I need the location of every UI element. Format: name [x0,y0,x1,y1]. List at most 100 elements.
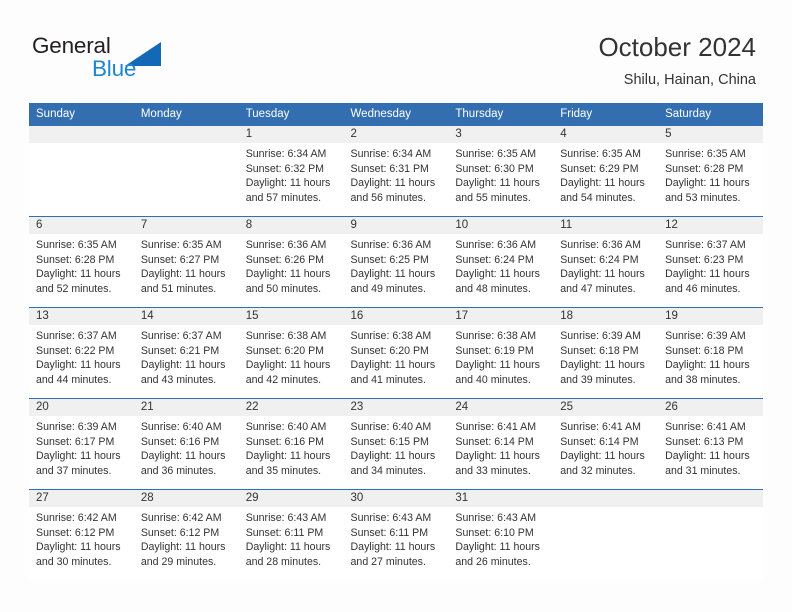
day-number: 23 [343,399,449,416]
day-number: 31 [448,490,554,507]
daylight-text-line2: and 26 minutes. [455,555,531,568]
daylight-text-line1: Daylight: 11 hours [560,450,645,463]
calendar-day-cell[interactable]: 25 Sunrise: 6:41 AM Sunset: 6:14 PM Dayligh… [553,398,659,490]
calendar-day-cell[interactable]: 23 Sunrise: 6:40 AM Sunset: 6:15 PM Dayligh… [343,398,449,490]
day-number: 24 [448,399,554,416]
sunset-text: Sunset: 6:14 PM [560,435,639,448]
calendar-day-cell[interactable]: 7 Sunrise: 6:35 AM Sunset: 6:27 PM Daylight… [133,216,239,308]
calendar-day-cell[interactable]: 17 Sunrise: 6:38 AM Sunset: 6:19 PM Dayligh… [448,307,554,399]
calendar-day-cell-empty [658,489,763,580]
daylight-text-line1: Daylight: 11 hours [560,268,645,281]
day-number: 26 [658,399,763,416]
sunrise-text: Sunrise: 6:34 AM [245,148,327,160]
daylight-text-line1: Daylight: 11 hours [455,268,540,281]
daylight-text-line2: and 31 minutes. [665,464,741,477]
day-number: 7 [133,217,239,234]
sunset-text: Sunset: 6:11 PM [245,526,324,539]
calendar-body: 1 Sunrise: 6:34 AM Sunset: 6:32 PM Daylight… [29,126,763,580]
day-details: Sunrise: 6:42 AM Sunset: 6:12 PM Daylight:… [29,507,134,569]
day-details: Sunrise: 6:35 AM Sunset: 6:28 PM Daylight:… [658,143,763,205]
sunset-text: Sunset: 6:30 PM [455,162,534,175]
calendar-day-cell[interactable]: 29 Sunrise: 6:43 AM Sunset: 6:11 PM Dayligh… [238,489,344,580]
day-details: Sunrise: 6:43 AM Sunset: 6:11 PM Daylight:… [344,507,449,569]
sunset-text: Sunset: 6:24 PM [455,253,534,266]
day-number: 16 [343,308,449,325]
day-details: Sunrise: 6:40 AM Sunset: 6:15 PM Daylight:… [344,416,449,478]
daylight-text-line2: and 34 minutes. [350,464,426,477]
daylight-text-line2: and 38 minutes. [665,373,741,386]
daylight-text-line2: and 53 minutes. [665,191,741,204]
calendar-day-cell[interactable]: 16 Sunrise: 6:38 AM Sunset: 6:20 PM Dayligh… [343,307,449,399]
day-number: 2 [343,126,449,143]
calendar-day-cell[interactable]: 20 Sunrise: 6:39 AM Sunset: 6:17 PM Dayligh… [29,398,134,490]
day-number: 20 [29,399,134,416]
daylight-text-line1: Daylight: 11 hours [140,359,226,372]
calendar-day-cell[interactable]: 10 Sunrise: 6:36 AM Sunset: 6:24 PM Dayligh… [448,216,554,308]
calendar-week-row: 13 Sunrise: 6:37 AM Sunset: 6:22 PM Dayligh… [29,307,763,399]
daylight-text-line2: and 32 minutes. [560,464,636,477]
daylight-text-line1: Daylight: 11 hours [350,268,436,281]
daylight-text-line1: Daylight: 11 hours [36,450,121,463]
sunset-text: Sunset: 6:20 PM [245,344,325,357]
day-details: Sunrise: 6:34 AM Sunset: 6:32 PM Daylight:… [239,143,344,205]
calendar-day-cell[interactable]: 31 Sunrise: 6:43 AM Sunset: 6:10 PM Dayligh… [448,489,554,580]
sunrise-text: Sunrise: 6:39 AM [36,421,117,433]
calendar-day-cell[interactable]: 3 Sunrise: 6:35 AM Sunset: 6:30 PM Daylight… [448,126,554,217]
calendar-day-cell[interactable]: 15 Sunrise: 6:38 AM Sunset: 6:20 PM Dayligh… [238,307,344,399]
weekday-header-wednesday: Wednesday [343,103,449,126]
calendar-day-cell[interactable]: 1 Sunrise: 6:34 AM Sunset: 6:32 PM Daylight… [238,126,344,217]
day-number: 8 [238,217,344,234]
sunrise-text: Sunrise: 6:43 AM [455,512,537,524]
sunset-text: Sunset: 6:14 PM [455,435,534,448]
calendar-table: Sunday Monday Tuesday Wednesday Thursday… [29,103,763,580]
sunrise-text: Sunrise: 6:36 AM [350,239,432,251]
daylight-text-line2: and 52 minutes. [36,282,112,295]
day-details: Sunrise: 6:35 AM Sunset: 6:30 PM Daylight:… [448,143,553,205]
calendar-day-cell[interactable]: 14 Sunrise: 6:37 AM Sunset: 6:21 PM Dayligh… [133,307,239,399]
daylight-text-line2: and 56 minutes. [350,191,426,204]
calendar-day-cell[interactable]: 13 Sunrise: 6:37 AM Sunset: 6:22 PM Dayligh… [29,307,134,399]
calendar-day-cell[interactable]: 26 Sunrise: 6:41 AM Sunset: 6:13 PM Dayligh… [658,398,763,490]
calendar-day-cell[interactable]: 18 Sunrise: 6:39 AM Sunset: 6:18 PM Dayligh… [553,307,659,399]
calendar-day-cell[interactable]: 2 Sunrise: 6:34 AM Sunset: 6:31 PM Daylight… [343,126,449,217]
day-details: Sunrise: 6:35 AM Sunset: 6:27 PM Daylight:… [134,234,239,296]
calendar-day-cell[interactable]: 28 Sunrise: 6:42 AM Sunset: 6:12 PM Dayligh… [133,489,239,580]
daylight-text-line2: and 28 minutes. [245,555,322,568]
calendar-day-cell[interactable]: 11 Sunrise: 6:36 AM Sunset: 6:24 PM Dayligh… [553,216,659,308]
day-number: 9 [343,217,449,234]
sunrise-text: Sunrise: 6:38 AM [350,330,432,342]
daylight-text-line1: Daylight: 11 hours [140,268,226,281]
calendar-week-row: 27 Sunrise: 6:42 AM Sunset: 6:12 PM Dayligh… [29,489,763,580]
calendar-day-cell[interactable]: 24 Sunrise: 6:41 AM Sunset: 6:14 PM Dayligh… [448,398,554,490]
sunset-text: Sunset: 6:32 PM [245,162,325,175]
generalblue-logo: General Blue [32,33,212,85]
day-number: 18 [553,308,659,325]
sunset-text: Sunset: 6:10 PM [455,526,534,539]
weekday-header-row: Sunday Monday Tuesday Wednesday Thursday… [29,103,763,126]
calendar-day-cell[interactable]: 9 Sunrise: 6:36 AM Sunset: 6:25 PM Daylight… [343,216,449,308]
calendar-day-cell[interactable]: 21 Sunrise: 6:40 AM Sunset: 6:16 PM Dayligh… [133,398,239,490]
calendar-day-cell[interactable]: 19 Sunrise: 6:39 AM Sunset: 6:18 PM Dayligh… [658,307,763,399]
day-number: 4 [553,126,659,143]
daylight-text-line1: Daylight: 11 hours [140,541,226,554]
day-number: 10 [448,217,554,234]
day-details: Sunrise: 6:35 AM Sunset: 6:28 PM Daylight:… [29,234,134,296]
day-number: 11 [553,217,659,234]
daylight-text-line2: and 35 minutes. [245,464,322,477]
calendar-day-cell[interactable]: 27 Sunrise: 6:42 AM Sunset: 6:12 PM Dayligh… [29,489,134,580]
daylight-text-line1: Daylight: 11 hours [245,359,331,372]
calendar-day-cell[interactable]: 6 Sunrise: 6:35 AM Sunset: 6:28 PM Daylight… [29,216,134,308]
sunrise-text: Sunrise: 6:35 AM [665,148,746,160]
calendar-day-cell[interactable]: 12 Sunrise: 6:37 AM Sunset: 6:23 PM Dayligh… [658,216,763,308]
sunset-text: Sunset: 6:28 PM [665,162,744,175]
calendar-day-cell[interactable]: 30 Sunrise: 6:43 AM Sunset: 6:11 PM Dayligh… [343,489,449,580]
daylight-text-line2: and 33 minutes. [455,464,531,477]
daylight-text-line1: Daylight: 11 hours [140,450,226,463]
day-details: Sunrise: 6:35 AM Sunset: 6:29 PM Daylight:… [553,143,658,205]
calendar-day-cell[interactable]: 4 Sunrise: 6:35 AM Sunset: 6:29 PM Daylight… [553,126,659,217]
sunrise-text: Sunrise: 6:43 AM [350,512,432,524]
daylight-text-line2: and 46 minutes. [665,282,741,295]
calendar-day-cell[interactable]: 8 Sunrise: 6:36 AM Sunset: 6:26 PM Daylight… [238,216,344,308]
calendar-day-cell[interactable]: 22 Sunrise: 6:40 AM Sunset: 6:16 PM Dayligh… [238,398,344,490]
calendar-day-cell[interactable]: 5 Sunrise: 6:35 AM Sunset: 6:28 PM Daylight… [658,126,763,217]
